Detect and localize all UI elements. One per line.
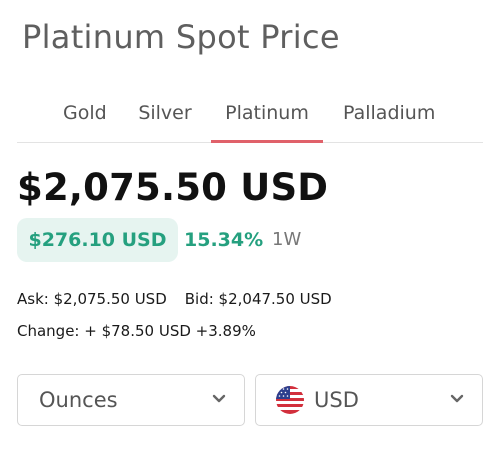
change-percent: 15.34% [184,229,264,251]
units-select-value: Ounces [39,388,118,412]
bid-price: Bid: $2,047.50 USD [184,290,332,308]
tab-platinum[interactable]: Platinum [211,96,323,143]
tab-palladium[interactable]: Palladium [343,96,435,142]
ask-bid-line: Ask: $2,075.50 USD Bid: $2,047.50 USD [17,290,332,308]
daily-change: Change: + $78.50 USD +3.89% [17,322,256,340]
page-title: Platinum Spot Price [22,18,340,56]
tab-platinum-label: Platinum [225,102,309,124]
us-flag-icon [276,386,304,414]
spot-price: $2,075.50 USD [17,166,329,209]
change-period: 1W [272,229,302,250]
metal-tabs: Gold Silver Platinum Palladium [17,96,483,143]
tab-gold[interactable]: Gold [63,96,107,142]
active-tab-indicator [211,140,323,143]
price-change-row: $276.10 USD 15.34% 1W [17,218,487,262]
chevron-down-icon [450,394,464,403]
currency-select[interactable]: USD [255,374,483,426]
tab-silver[interactable]: Silver [137,96,193,142]
ask-price: Ask: $2,075.50 USD [17,290,167,308]
chevron-down-icon [212,394,226,403]
currency-select-value: USD [314,388,359,412]
change-amount-badge: $276.10 USD [17,218,178,262]
units-select[interactable]: Ounces [17,374,245,426]
